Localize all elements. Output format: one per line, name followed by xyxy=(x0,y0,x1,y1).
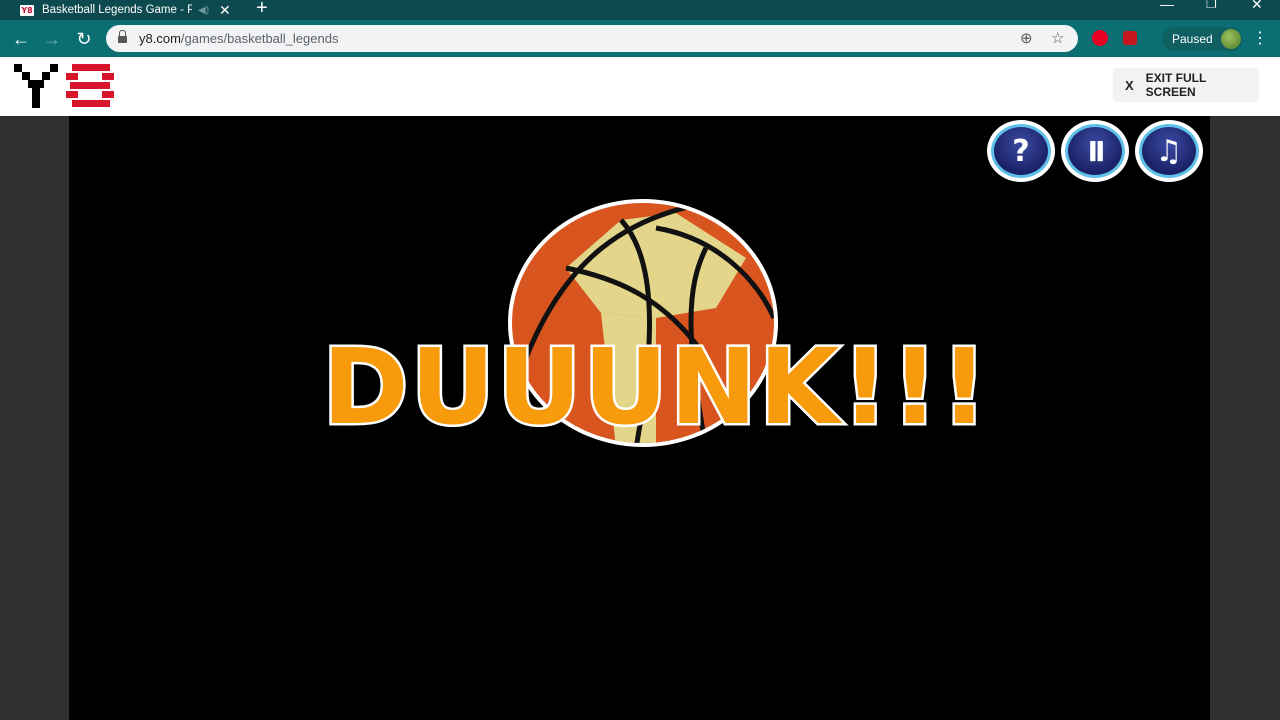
pinterest-icon[interactable] xyxy=(1092,30,1108,46)
y8-logo[interactable] xyxy=(14,64,114,108)
game-canvas[interactable]: ? II ♫ DUUUNK!!! xyxy=(69,116,1210,720)
minimize-icon[interactable]: — xyxy=(1160,0,1174,12)
lock-icon xyxy=(118,29,127,44)
address-bar[interactable]: y8.com/games/basketball_legends ⊕ ☆ xyxy=(106,25,1078,52)
tab-close-icon[interactable]: ✕ xyxy=(219,2,231,19)
help-button[interactable]: ? xyxy=(987,120,1055,182)
exit-full-screen-label: EXIT FULL SCREEN xyxy=(1145,71,1207,99)
window-close-icon[interactable]: ✕ xyxy=(1251,0,1263,13)
browser-tab[interactable]: Y8 Basketball Legends Game - P ◀) ✕ xyxy=(10,0,242,20)
restore-icon[interactable]: ❐ xyxy=(1206,0,1217,11)
pause-icon: II xyxy=(1065,124,1125,178)
pause-button[interactable]: II xyxy=(1061,120,1129,182)
new-tab-icon[interactable]: + xyxy=(256,0,268,20)
reload-icon[interactable]: ↻ xyxy=(72,27,96,51)
profile-status: Paused xyxy=(1172,32,1213,46)
install-icon[interactable]: ⊕ xyxy=(1020,29,1033,47)
dunk-text: DUUUNK!!! xyxy=(320,326,991,448)
profile-button[interactable]: Paused xyxy=(1162,27,1242,51)
url-text: y8.com/games/basketball_legends xyxy=(139,31,339,46)
forward-icon[interactable]: → xyxy=(40,27,64,51)
browser-tab-strip: Y8 Basketball Legends Game - P ◀) ✕ + — … xyxy=(0,0,1280,20)
menu-icon[interactable]: ⋮ xyxy=(1252,28,1268,48)
browser-toolbar: ← → ↻ y8.com/games/basketball_legends ⊕ … xyxy=(0,20,1280,57)
extension-icon[interactable] xyxy=(1123,31,1137,45)
avatar xyxy=(1220,29,1241,49)
dunk-banner: DUUUNK!!! xyxy=(297,326,1015,448)
tab-title: Basketball Legends Game - P xyxy=(42,4,192,16)
site-header: X EXIT FULL SCREEN xyxy=(0,57,1280,116)
music-button[interactable]: ♫ xyxy=(1135,120,1203,182)
question-icon: ? xyxy=(991,124,1051,178)
exit-full-screen-button[interactable]: X EXIT FULL SCREEN xyxy=(1113,68,1259,102)
speaker-icon[interactable]: ◀) xyxy=(198,5,209,16)
bookmark-star-icon[interactable]: ☆ xyxy=(1051,29,1064,47)
music-note-icon: ♫ xyxy=(1139,124,1199,178)
close-icon: X xyxy=(1125,77,1134,93)
favicon-icon: Y8 xyxy=(20,4,34,16)
back-icon[interactable]: ← xyxy=(9,27,33,51)
